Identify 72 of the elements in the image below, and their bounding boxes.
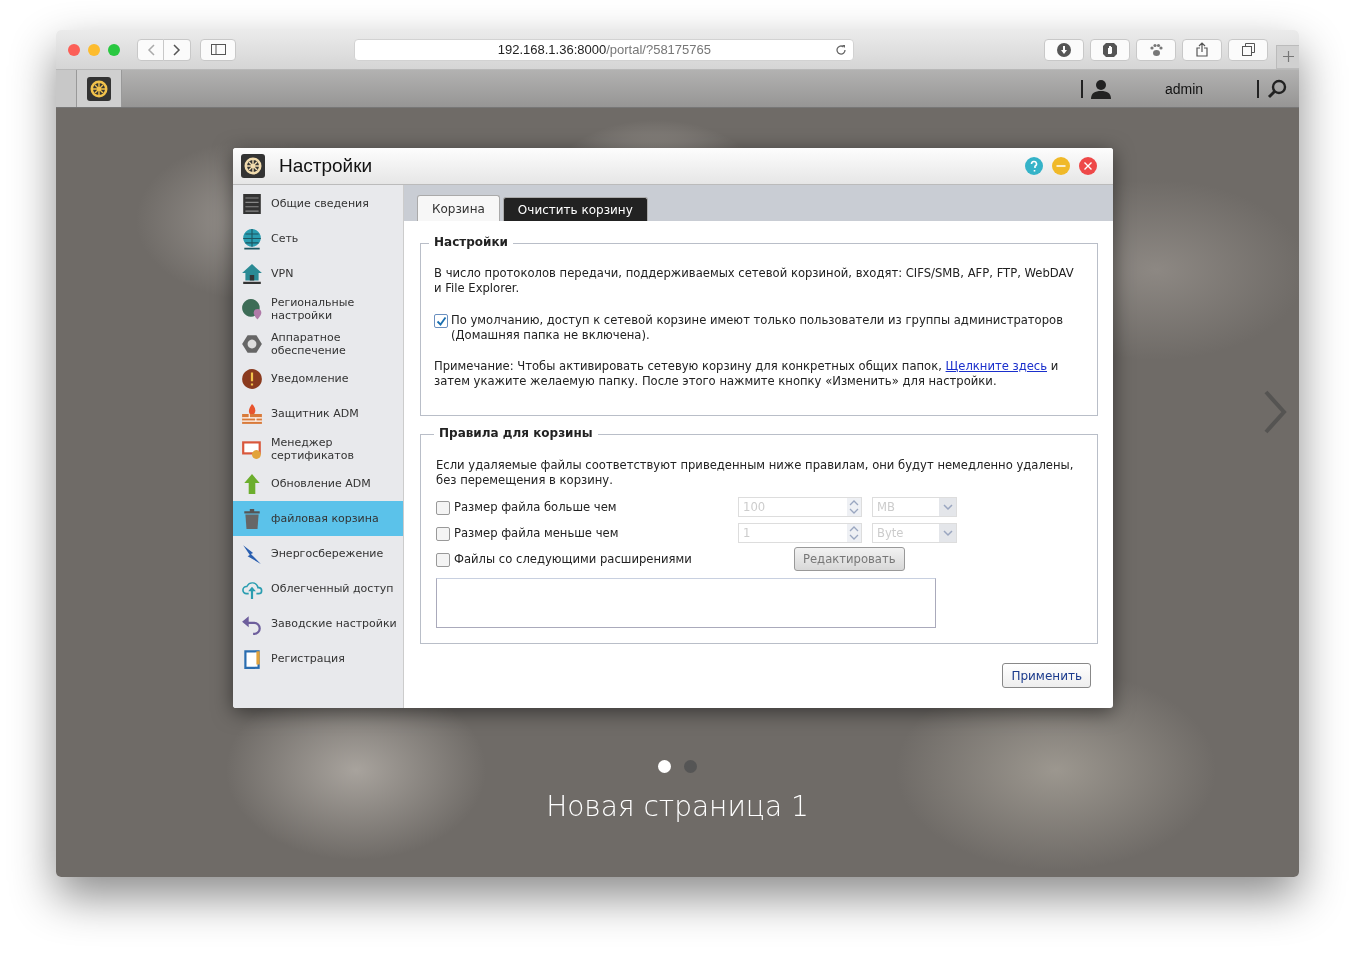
page-indicator-dot[interactable] (684, 760, 697, 773)
checkbox-label: Размер файла меньше чем (454, 526, 620, 540)
tab[interactable]: Очистить корзину (502, 197, 648, 221)
sidebar-item[interactable]: Заводские настройки (233, 606, 403, 641)
dialog-title: Настройки (279, 155, 373, 177)
house-icon (241, 262, 263, 285)
fieldset-legend: Правила для корзины (434, 426, 598, 440)
close-icon[interactable] (1079, 157, 1097, 175)
username-label[interactable]: admin (1119, 80, 1249, 97)
download-button[interactable] (1044, 38, 1085, 61)
apply-button[interactable]: Применить (1002, 663, 1091, 688)
sidebar-item[interactable]: Облегченный доступ (233, 571, 403, 606)
sidebar-item[interactable]: Обновление ADM (233, 466, 403, 501)
wheel-logo-icon[interactable] (87, 76, 111, 101)
sidebar-item[interactable]: файловая корзина (233, 501, 403, 536)
trash-icon (241, 507, 263, 530)
help-icon[interactable] (1025, 157, 1043, 175)
chevron-right-icon (173, 43, 181, 56)
sidebar-item[interactable]: Аппаратное обеспечение (233, 326, 403, 361)
sidebar-item[interactable]: Общие сведения (233, 186, 403, 221)
exclamation-icon (241, 367, 263, 390)
rules-text: Если удаляемые файлы соответствуют приведенным ниже правилам, они будут немедленно удалены, без перемещения в корзину. (436, 458, 1075, 488)
click-here-link[interactable]: Щелкните здесь (945, 359, 1047, 373)
sidebar-button[interactable] (200, 38, 237, 61)
checkbox[interactable] (434, 314, 448, 328)
tab[interactable]: Корзина (417, 195, 500, 221)
sidebar-item[interactable]: VPN (233, 256, 403, 291)
new-tab-button[interactable] (1276, 44, 1299, 69)
brick-wall-icon (241, 402, 263, 425)
sidebar-icon (210, 44, 226, 55)
sidebar-item[interactable]: Региональные настройки (233, 291, 403, 326)
page-indicator-dot[interactable] (658, 760, 671, 773)
maximize-icon[interactable] (108, 43, 120, 56)
share-button[interactable] (1182, 38, 1223, 61)
protocols-text: В число протоколов передачи, поддерживаемых сетевой корзиной, входят: CIFS/SMB, AFP, FTP, WebDAV и File Explorer. (434, 266, 1075, 296)
chevron-right-icon[interactable] (1263, 390, 1287, 434)
sidebar-item[interactable]: Сеть (233, 221, 403, 256)
sidebar-item[interactable]: Менеджер сертификатов (233, 431, 403, 466)
tabs-button[interactable] (1228, 38, 1269, 61)
paw-button[interactable] (1136, 38, 1177, 61)
sidebar-item[interactable]: Регистрация (233, 641, 403, 676)
user-icon[interactable] (1091, 78, 1111, 99)
download-icon (1057, 42, 1072, 57)
checkbox-label: По умолчанию, доступ к сетевой корзине имеют только пользователи из группы администраторов (Домашняя папка не включена). (451, 313, 1064, 343)
minimize-icon[interactable] (1052, 157, 1070, 175)
paw-icon (1149, 42, 1164, 57)
desktop-page-title: Новая страница 1 (545, 790, 810, 823)
wheel-icon (241, 154, 265, 178)
tabs-icon (1241, 43, 1255, 56)
sidebar-item[interactable]: Энергосбережение (233, 536, 403, 571)
search-icon[interactable] (1267, 78, 1287, 99)
fieldset-legend: Настройки (429, 235, 513, 249)
nut-icon (241, 332, 263, 355)
forward-button[interactable] (164, 38, 191, 61)
close-icon[interactable] (68, 43, 80, 56)
sidebar-item[interactable]: Уведомление (233, 361, 403, 396)
back-button[interactable] (137, 38, 164, 61)
address-field[interactable]: 192.168.1.36:8000/portal/?58175765 (354, 38, 855, 61)
caret-icon (942, 503, 953, 511)
sidebar-item[interactable]: Защитник ADM (233, 396, 403, 431)
checkbox-label: Файлы со следующими расширениями (454, 552, 693, 566)
server-icon (241, 192, 263, 215)
note-text: Примечание: Чтобы активировать сетевую корзину для конкретных общих папок, Щелкните здесь и затем укажите желаемую папку. После этого нажмите кнопку «Изменить» для настройки. (434, 359, 1060, 390)
checkbox-label: Размер файла больше чем (454, 500, 618, 514)
reload-icon[interactable] (835, 43, 848, 56)
caret-icon (942, 529, 953, 537)
clipboard-icon (241, 647, 263, 670)
plus-icon (1282, 51, 1294, 62)
extensions-list-field[interactable] (436, 578, 936, 628)
chevron-left-icon (146, 43, 155, 56)
share-icon (1196, 42, 1209, 57)
globe-icon (241, 227, 263, 250)
